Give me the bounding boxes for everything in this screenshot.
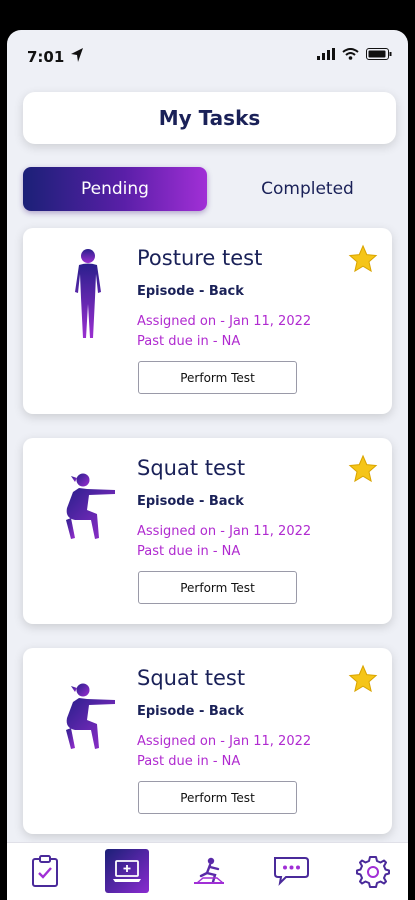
wifi-icon — [342, 48, 359, 60]
battery-icon — [366, 48, 392, 60]
header-card: My Tasks — [23, 92, 396, 144]
task-episode: Episode - Back — [137, 284, 244, 299]
status-icons — [317, 48, 392, 60]
standing-person-icon — [75, 249, 101, 338]
phone-screen: 7:01 My Tasks Pending Completed Posture … — [7, 30, 408, 900]
task-past-due: Past due in - NA — [137, 544, 241, 559]
cellular-signal-icon — [317, 48, 335, 60]
squatting-person-icon — [66, 683, 115, 749]
star-icon[interactable] — [348, 244, 378, 274]
status-time: 7:01 — [27, 48, 65, 66]
page-title: My Tasks — [158, 106, 261, 130]
task-tabs: Pending Completed — [23, 167, 396, 211]
squatting-person-icon — [66, 473, 115, 539]
star-icon[interactable] — [348, 454, 378, 484]
perform-test-button[interactable]: Perform Test — [138, 361, 297, 394]
exercise-icon — [194, 857, 224, 884]
perform-test-button[interactable]: Perform Test — [138, 571, 297, 604]
task-title: Posture test — [137, 246, 263, 270]
nav-settings[interactable] — [351, 849, 395, 893]
tab-completed[interactable]: Completed — [219, 167, 396, 211]
task-assigned-date: Assigned on - Jan 11, 2022 — [137, 734, 312, 749]
star-icon[interactable] — [348, 664, 378, 694]
task-past-due: Past due in - NA — [137, 334, 241, 349]
task-episode: Episode - Back — [137, 704, 244, 719]
task-title: Squat test — [137, 666, 246, 690]
gear-icon — [356, 856, 390, 888]
location-arrow-icon — [71, 48, 83, 62]
nav-telehealth[interactable] — [105, 849, 149, 893]
clipboard-check-icon — [32, 855, 58, 887]
task-assigned-date: Assigned on - Jan 11, 2022 — [137, 524, 312, 539]
task-episode: Episode - Back — [137, 494, 244, 509]
task-assigned-date: Assigned on - Jan 11, 2022 — [137, 314, 312, 329]
perform-test-button[interactable]: Perform Test — [138, 781, 297, 814]
bottom-nav — [7, 842, 408, 900]
task-card: Posture test Episode - Back Assigned on … — [23, 228, 392, 414]
task-past-due: Past due in - NA — [137, 754, 241, 769]
task-card: Squat test Episode - Back Assigned on - … — [23, 648, 392, 834]
task-title: Squat test — [137, 456, 246, 480]
status-bar: 7:01 — [7, 30, 408, 78]
tab-pending[interactable]: Pending — [23, 167, 207, 211]
task-card: Squat test Episode - Back Assigned on - … — [23, 438, 392, 624]
laptop-plus-icon — [113, 860, 141, 882]
nav-tasks[interactable] — [23, 849, 67, 893]
nav-messages[interactable] — [270, 849, 314, 893]
nav-exercises[interactable] — [187, 849, 231, 893]
chat-bubbles-icon — [274, 857, 309, 886]
